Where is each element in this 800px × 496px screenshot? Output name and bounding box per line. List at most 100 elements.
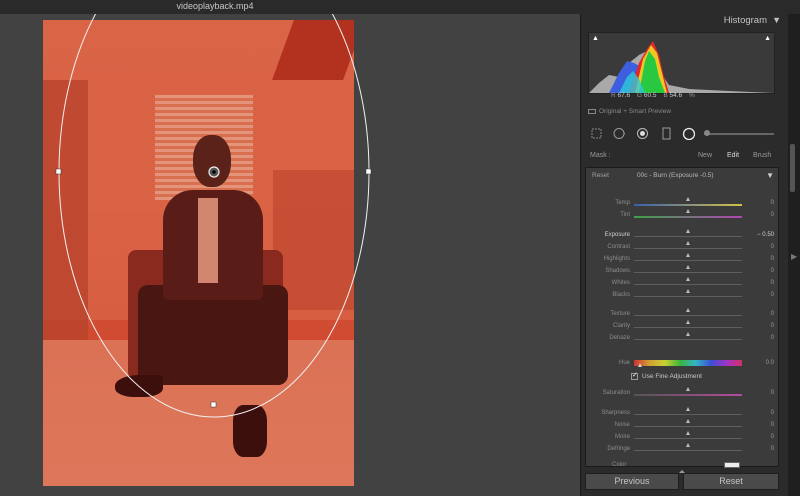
- texture-knob[interactable]: [685, 308, 690, 312]
- radial-filter-icon[interactable]: [682, 127, 695, 140]
- hue-slider-row[interactable]: Hue 0.0: [586, 358, 780, 370]
- temp-slider-row[interactable]: Temp 0: [586, 197, 780, 209]
- tint-track[interactable]: [634, 216, 742, 218]
- tint-knob[interactable]: [685, 209, 690, 213]
- effect-preset-dropdown[interactable]: 00c - Burn (Exposure -0.5): [637, 172, 714, 179]
- radial-filter-overlay[interactable]: [0, 14, 580, 496]
- mask-handle-right[interactable]: [365, 168, 372, 175]
- color-swatch[interactable]: [724, 462, 740, 468]
- exposure-track[interactable]: [634, 236, 742, 237]
- adjustment-reset-button[interactable]: Reset: [592, 172, 609, 179]
- temp-value[interactable]: 0: [771, 200, 774, 206]
- exposure-label: Exposure: [604, 232, 630, 238]
- defringe-slider-row[interactable]: Defringe 0: [586, 443, 780, 455]
- panel-scrollbar[interactable]: ▶: [788, 14, 800, 496]
- exposure-knob[interactable]: [685, 229, 690, 233]
- histogram-header[interactable]: Histogram ▼: [581, 14, 789, 28]
- highlights-track[interactable]: [634, 260, 742, 261]
- noise-track[interactable]: [634, 426, 742, 427]
- tint-value[interactable]: 0: [771, 212, 774, 218]
- moire-knob[interactable]: [685, 431, 690, 435]
- temp-track[interactable]: [634, 204, 742, 206]
- hue-spectrum-bar[interactable]: [634, 360, 742, 366]
- whites-value[interactable]: 0: [771, 280, 774, 286]
- whites-slider-row[interactable]: Whites 0: [586, 277, 780, 289]
- contrast-knob[interactable]: [685, 241, 690, 245]
- mask-brush-button[interactable]: Brush: [753, 152, 771, 159]
- sharpness-knob[interactable]: [685, 407, 690, 411]
- blacks-knob[interactable]: [685, 289, 690, 293]
- defringe-track[interactable]: [634, 450, 742, 451]
- scrollbar-thumb[interactable]: [790, 144, 795, 192]
- dehaze-slider-row[interactable]: Dehaze 0: [586, 332, 780, 344]
- red-eye-icon[interactable]: [636, 127, 649, 140]
- clarity-value[interactable]: 0: [771, 323, 774, 329]
- exposure-value[interactable]: − 0.50: [757, 232, 774, 238]
- noise-value[interactable]: 0: [771, 422, 774, 428]
- dehaze-value[interactable]: 0: [771, 335, 774, 341]
- whites-knob[interactable]: [685, 277, 690, 281]
- sharpness-slider-row[interactable]: Sharpness 0: [586, 407, 780, 419]
- temp-knob[interactable]: [685, 197, 690, 201]
- radial-mask-ellipse[interactable]: [58, 14, 370, 418]
- texture-track[interactable]: [634, 315, 742, 316]
- checkbox-checked-icon[interactable]: [631, 371, 638, 380]
- spot-removal-icon[interactable]: [612, 127, 625, 140]
- fine-adjustment-checkbox[interactable]: Use Fine Adjustment: [631, 371, 702, 380]
- blacks-value[interactable]: 0: [771, 292, 774, 298]
- blacks-slider-row[interactable]: Blacks 0: [586, 289, 780, 301]
- sharpness-value[interactable]: 0: [771, 410, 774, 416]
- dehaze-knob[interactable]: [685, 332, 690, 336]
- sharpness-track[interactable]: [634, 414, 742, 415]
- graduated-filter-icon[interactable]: [660, 127, 673, 140]
- clarity-track[interactable]: [634, 327, 742, 328]
- saturation-track[interactable]: [634, 394, 742, 396]
- brush-size-slider[interactable]: [704, 130, 774, 136]
- saturation-value[interactable]: 0: [771, 390, 774, 396]
- hue-value[interactable]: 0.0: [766, 360, 774, 366]
- mask-handle-left[interactable]: [55, 168, 62, 175]
- panel-expand-arrow-icon[interactable]: ▶: [791, 252, 797, 261]
- shadows-track[interactable]: [634, 272, 742, 273]
- shadows-slider-row[interactable]: Shadows 0: [586, 265, 780, 277]
- texture-slider-row[interactable]: Texture 0: [586, 308, 780, 320]
- panel-collapse-icon[interactable]: ▼: [766, 171, 774, 180]
- moire-value[interactable]: 0: [771, 434, 774, 440]
- noise-knob[interactable]: [685, 419, 690, 423]
- mask-new-button[interactable]: New: [698, 152, 712, 159]
- shadows-knob[interactable]: [685, 265, 690, 269]
- highlights-value[interactable]: 0: [771, 256, 774, 262]
- smart-preview-status[interactable]: Original + Smart Preview: [588, 108, 671, 115]
- texture-value[interactable]: 0: [771, 311, 774, 317]
- clarity-knob[interactable]: [685, 320, 690, 324]
- contrast-track[interactable]: [634, 248, 742, 249]
- moire-slider-row[interactable]: Moire 0: [586, 431, 780, 443]
- saturation-slider-row[interactable]: Saturation 0: [586, 387, 780, 399]
- collapse-triangle-icon[interactable]: ▼: [772, 15, 781, 25]
- shadows-value[interactable]: 0: [771, 268, 774, 274]
- image-canvas[interactable]: [0, 14, 580, 496]
- contrast-slider-row[interactable]: Contrast 0: [586, 241, 780, 253]
- mask-edit-button[interactable]: Edit: [727, 152, 739, 159]
- saturation-knob[interactable]: [685, 387, 690, 391]
- highlight-clipping-icon[interactable]: ▲: [764, 35, 771, 42]
- previous-button[interactable]: Previous: [585, 473, 679, 490]
- clarity-slider-row[interactable]: Clarity 0: [586, 320, 780, 332]
- mask-handle-bottom[interactable]: [210, 401, 217, 408]
- dehaze-track[interactable]: [634, 339, 742, 340]
- noise-slider-row[interactable]: Noise 0: [586, 419, 780, 431]
- contrast-value[interactable]: 0: [771, 244, 774, 250]
- tint-slider-row[interactable]: Tint 0: [586, 209, 780, 221]
- defringe-value[interactable]: 0: [771, 446, 774, 452]
- highlights-knob[interactable]: [685, 253, 690, 257]
- exposure-slider-row[interactable]: Exposure − 0.50: [586, 229, 780, 241]
- crop-tool-icon[interactable]: [590, 127, 603, 140]
- blacks-track[interactable]: [634, 296, 742, 297]
- hue-knob[interactable]: [638, 363, 642, 367]
- highlights-slider-row[interactable]: Highlights 0: [586, 253, 780, 265]
- defringe-knob[interactable]: [685, 443, 690, 447]
- moire-track[interactable]: [634, 438, 742, 439]
- reset-button[interactable]: Reset: [683, 473, 779, 490]
- whites-track[interactable]: [634, 284, 742, 285]
- shadow-clipping-icon[interactable]: ▲: [592, 35, 599, 42]
